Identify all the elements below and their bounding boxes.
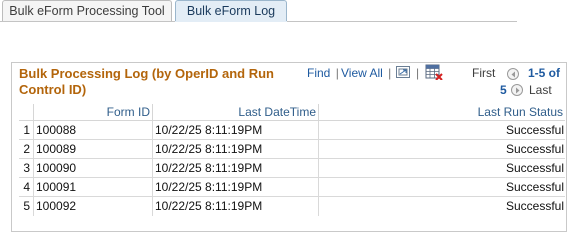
row-number: 4 xyxy=(19,177,34,197)
column-header-last-run-status[interactable]: Last Run Status xyxy=(318,104,565,121)
prev-arrow-icon[interactable] xyxy=(507,68,519,80)
table-row: 2 100089 10/22/25 8:11:19PM Successful xyxy=(19,139,565,159)
view-all-link[interactable]: View All xyxy=(341,66,383,80)
log-table: Form ID Last DateTime Last Run Status 1 … xyxy=(19,104,565,216)
form-id-cell: 100088 xyxy=(33,120,153,140)
range-text-part2: 5 xyxy=(500,83,507,97)
bulk-processing-log-grid: Bulk Processing Log (by OperID and Run C… xyxy=(11,62,567,232)
row-number: 1 xyxy=(19,120,34,140)
separator: | xyxy=(416,66,420,80)
separator: | xyxy=(388,66,392,80)
column-header-form-id[interactable]: Form ID xyxy=(33,104,153,121)
tab-bar: Bulk eForm Processing Tool Bulk eForm Lo… xyxy=(0,0,573,22)
form-id-cell: 100091 xyxy=(33,177,153,197)
tab-bulk-eform-processing-tool[interactable]: Bulk eForm Processing Tool xyxy=(2,0,172,21)
table-header-row: Form ID Last DateTime Last Run Status xyxy=(19,104,565,121)
row-number: 5 xyxy=(19,196,34,216)
zoom-icon[interactable] xyxy=(396,66,410,78)
datetime-cell: 10/22/25 8:11:19PM xyxy=(152,177,319,197)
status-cell: Successful xyxy=(318,158,565,178)
row-number: 3 xyxy=(19,158,34,178)
row-number-header xyxy=(19,104,34,121)
grid-title: Bulk Processing Log (by OperID and Run C… xyxy=(19,66,274,97)
status-cell: Successful xyxy=(318,139,565,159)
download-grid-icon[interactable] xyxy=(425,64,443,80)
form-id-cell: 100092 xyxy=(33,196,153,216)
next-arrow-icon[interactable] xyxy=(511,84,523,96)
datetime-cell: 10/22/25 8:11:19PM xyxy=(152,120,319,140)
table-row: 4 100091 10/22/25 8:11:19PM Successful xyxy=(19,177,565,197)
separator: | xyxy=(335,66,339,80)
table-row: 1 100088 10/22/25 8:11:19PM Successful xyxy=(19,120,565,140)
datetime-cell: 10/22/25 8:11:19PM xyxy=(152,158,319,178)
grid-nav-viewall: View All | xyxy=(341,66,393,81)
column-header-last-datetime[interactable]: Last DateTime xyxy=(152,104,319,121)
last-label: Last xyxy=(529,83,552,97)
form-id-cell: 100090 xyxy=(33,158,153,178)
row-number: 2 xyxy=(19,139,34,159)
first-label: First xyxy=(472,66,496,80)
status-cell: Successful xyxy=(505,199,564,214)
active-tab-joint xyxy=(175,21,287,22)
form-id-cell: 100089 xyxy=(33,139,153,159)
tab-bulk-eform-log[interactable]: Bulk eForm Log xyxy=(175,0,287,22)
status-cell: Successful xyxy=(318,120,565,140)
grid-nav-find: Find | xyxy=(307,66,341,81)
status-cell: Successful xyxy=(318,177,565,197)
range-text-part1: 1-5 of xyxy=(528,66,561,80)
table-row: 5 100092 10/22/25 8:11:19PM Successful xyxy=(19,196,565,216)
find-link[interactable]: Find xyxy=(307,66,330,80)
table-row: 3 100090 10/22/25 8:11:19PM Successful xyxy=(19,158,565,178)
datetime-cell: 10/22/25 8:11:19PM xyxy=(152,139,319,159)
datetime-cell: 10/22/25 8:11:19PM xyxy=(152,196,319,216)
